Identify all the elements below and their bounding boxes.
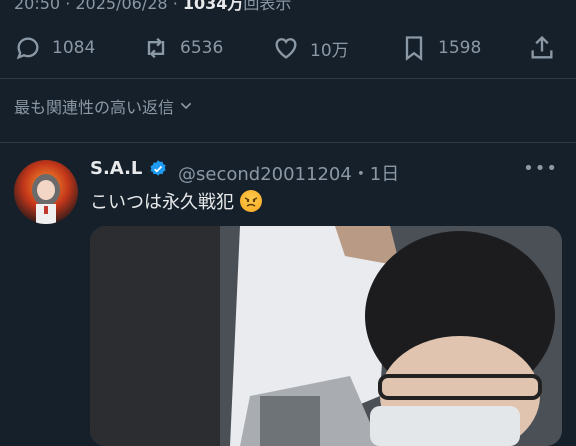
retweet-button[interactable]: 6536	[142, 28, 223, 68]
reply-author[interactable]: S.A.L	[90, 158, 168, 179]
retweet-count: 6536	[180, 38, 224, 58]
tweet-meta: 20:50 · 2025/06/28 · 1034万回表示	[14, 0, 292, 13]
reply-handle-time: @second20011204・1日	[178, 164, 400, 185]
avatar[interactable]	[14, 160, 78, 224]
reply-text: こいつは永久戦犯	[90, 192, 234, 213]
reply-button[interactable]: 1084	[14, 28, 95, 68]
divider	[0, 142, 576, 143]
heart-icon	[275, 38, 297, 59]
like-count: 10万	[310, 40, 349, 61]
like-button[interactable]: 10万	[272, 28, 349, 68]
reply-body: こいつは永久戦犯	[90, 188, 262, 214]
share-icon	[531, 35, 553, 59]
tweet-time: 20:50	[14, 0, 61, 13]
action-bar: 1084 6536 10万 1598	[0, 28, 576, 68]
photo-image	[90, 226, 562, 446]
reply-icon	[16, 37, 39, 60]
reply-sort-dropdown[interactable]: 最も関連性の高い返信	[14, 94, 194, 118]
chevron-down-icon	[180, 102, 192, 110]
divider	[0, 78, 576, 79]
share-button[interactable]	[528, 28, 566, 68]
more-options-button[interactable]: •••	[523, 158, 558, 179]
bookmark-button[interactable]: 1598	[400, 28, 481, 68]
reply-count: 1084	[52, 38, 96, 58]
view-count: 1034万	[182, 0, 244, 13]
retweet-icon	[147, 37, 165, 59]
bookmark-icon	[405, 36, 423, 61]
tweet-date: 2025/06/28	[75, 0, 168, 13]
display-name: S.A.L	[90, 158, 143, 179]
angry-face-icon	[240, 190, 262, 212]
avatar-image	[32, 174, 60, 224]
verified-badge-icon	[150, 159, 167, 176]
bookmark-count: 1598	[438, 38, 482, 58]
reply-sort-label: 最も関連性の高い返信	[14, 98, 175, 117]
reply-photo[interactable]	[90, 226, 562, 446]
view-count-suffix: 回表示	[243, 0, 292, 13]
